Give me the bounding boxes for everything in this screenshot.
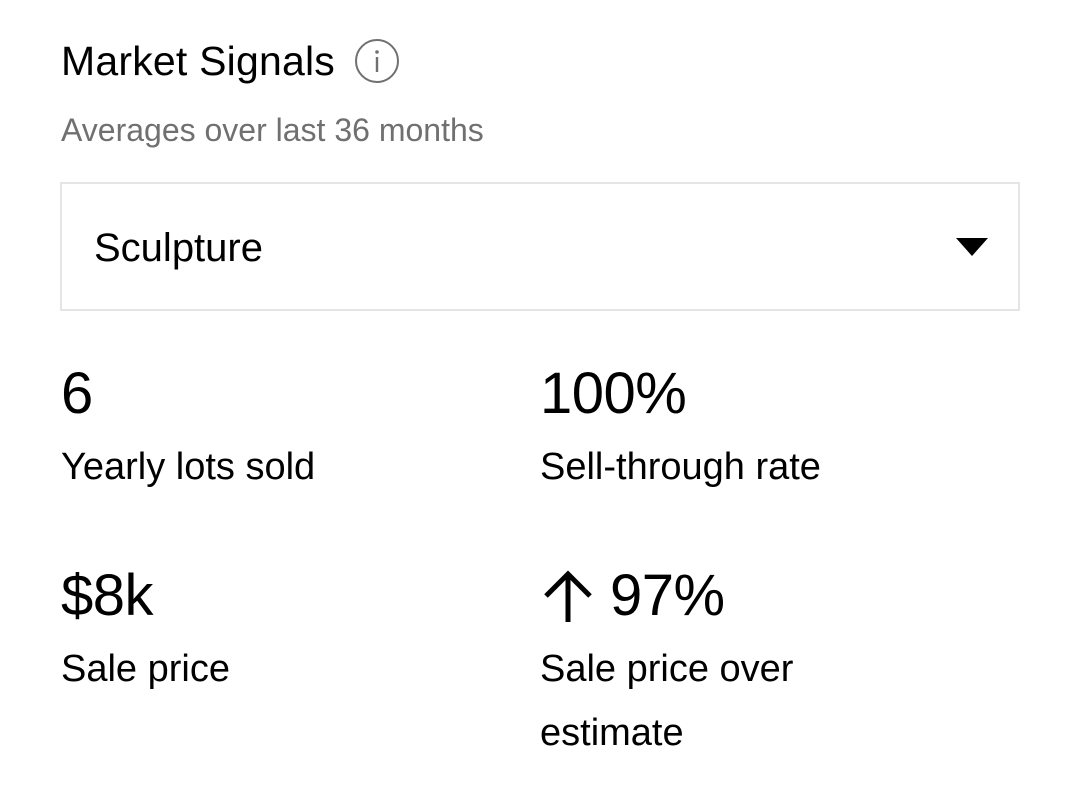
stat-value: 97% <box>610 563 725 628</box>
stat-sell-through-rate: 100% Sell-through rate <box>540 362 880 499</box>
caret-down-icon <box>956 238 988 256</box>
stat-sale-price-over-estimate: 97% Sale price over estimate <box>540 564 880 765</box>
stat-label: Yearly lots sold <box>61 446 316 488</box>
arrow-up-icon <box>544 570 592 622</box>
stat-sale-price: $8k Sale price <box>61 564 401 701</box>
stat-label: Sell-through rate <box>540 446 821 488</box>
stat-label: Sale price over estimate <box>540 648 794 754</box>
market-signals-header: Market Signals <box>61 36 399 86</box>
stat-label: Sale price <box>61 648 230 690</box>
info-icon[interactable] <box>354 39 399 83</box>
section-subtitle: Averages over last 36 months <box>61 112 484 148</box>
category-select[interactable]: Sculpture <box>60 182 1020 311</box>
stat-value: 100% <box>540 361 687 426</box>
section-title: Market Signals <box>61 38 335 84</box>
category-select-value: Sculpture <box>94 226 263 270</box>
stat-value: $8k <box>61 563 154 628</box>
stat-yearly-lots-sold: 6 Yearly lots sold <box>61 362 401 499</box>
stat-value-row: 97% <box>540 564 880 628</box>
stat-value: 6 <box>61 361 93 426</box>
